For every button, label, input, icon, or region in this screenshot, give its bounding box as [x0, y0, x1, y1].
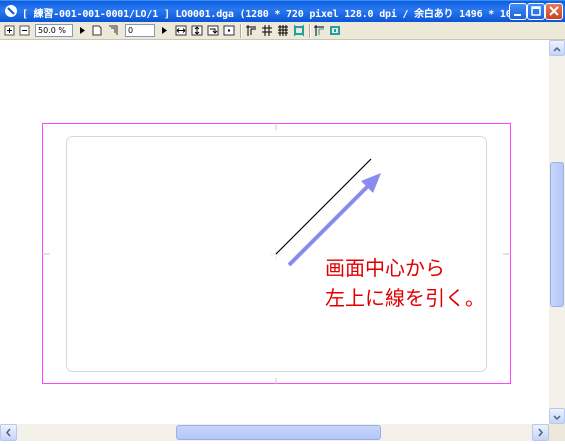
canvas-drawing — [42, 123, 511, 384]
minimize-icon — [514, 14, 521, 16]
play-icon[interactable] — [159, 24, 169, 37]
horizontal-scroll-thumb[interactable] — [176, 425, 381, 440]
app-icon[interactable] — [4, 4, 18, 18]
close-icon — [549, 6, 559, 16]
close-button[interactable] — [545, 3, 563, 20]
maximize-button[interactable] — [527, 3, 545, 20]
scroll-left-button[interactable] — [0, 424, 17, 441]
scroll-up-button[interactable] — [549, 40, 565, 56]
toolbar: 50.0 % 0 — [0, 22, 565, 40]
annotation-line-1: 画面中心から — [325, 256, 445, 280]
chevron-up-icon — [553, 46, 561, 52]
grid-fine-icon[interactable] — [277, 24, 289, 37]
play-icon[interactable] — [77, 24, 87, 37]
zoom-field[interactable]: 50.0 % — [35, 24, 73, 37]
scroll-right-button[interactable] — [532, 424, 549, 441]
title-bar[interactable]: [ 練習-001-001-0001/LO/1 ] LO0001.dga (128… — [0, 0, 565, 22]
zoom-in-icon[interactable] — [4, 24, 16, 37]
drawn-line — [275, 158, 372, 255]
page-icon[interactable] — [91, 24, 103, 37]
annotation-line-2: 左上に線を引く。 — [325, 286, 485, 310]
angle-field[interactable]: 0 — [125, 24, 155, 37]
fit-height-icon[interactable] — [191, 24, 203, 37]
horizontal-scrollbar[interactable] — [0, 424, 549, 441]
chevron-down-icon — [553, 415, 561, 421]
chevron-right-icon — [538, 428, 543, 437]
guide-icon[interactable] — [245, 24, 257, 37]
toolbar-separator — [240, 24, 242, 38]
center-icon[interactable] — [223, 24, 235, 37]
scroll-down-button[interactable] — [549, 408, 565, 424]
fit-width-icon[interactable] — [175, 24, 187, 37]
maximize-icon — [531, 6, 541, 16]
rotate-icon[interactable] — [207, 24, 219, 37]
scrollbar-corner — [549, 424, 565, 441]
minimize-button[interactable] — [509, 3, 527, 20]
window-title: [ 練習-001-001-0001/LO/1 ] LO0001.dga (128… — [22, 9, 564, 20]
frame-alt-icon[interactable] — [313, 24, 325, 37]
frame-select-icon[interactable] — [329, 24, 341, 37]
page-fold-icon[interactable] — [107, 24, 119, 37]
zoom-out-icon[interactable] — [19, 24, 31, 37]
canvas[interactable]: 画面中心から 左上に線を引く。 — [0, 40, 549, 424]
vertical-scroll-thumb[interactable] — [550, 162, 564, 307]
chevron-left-icon — [6, 428, 11, 437]
frame-icon[interactable] — [293, 24, 305, 37]
grid-icon[interactable] — [261, 24, 273, 37]
toolbar-separator — [309, 24, 311, 38]
vertical-scrollbar[interactable] — [549, 40, 565, 424]
